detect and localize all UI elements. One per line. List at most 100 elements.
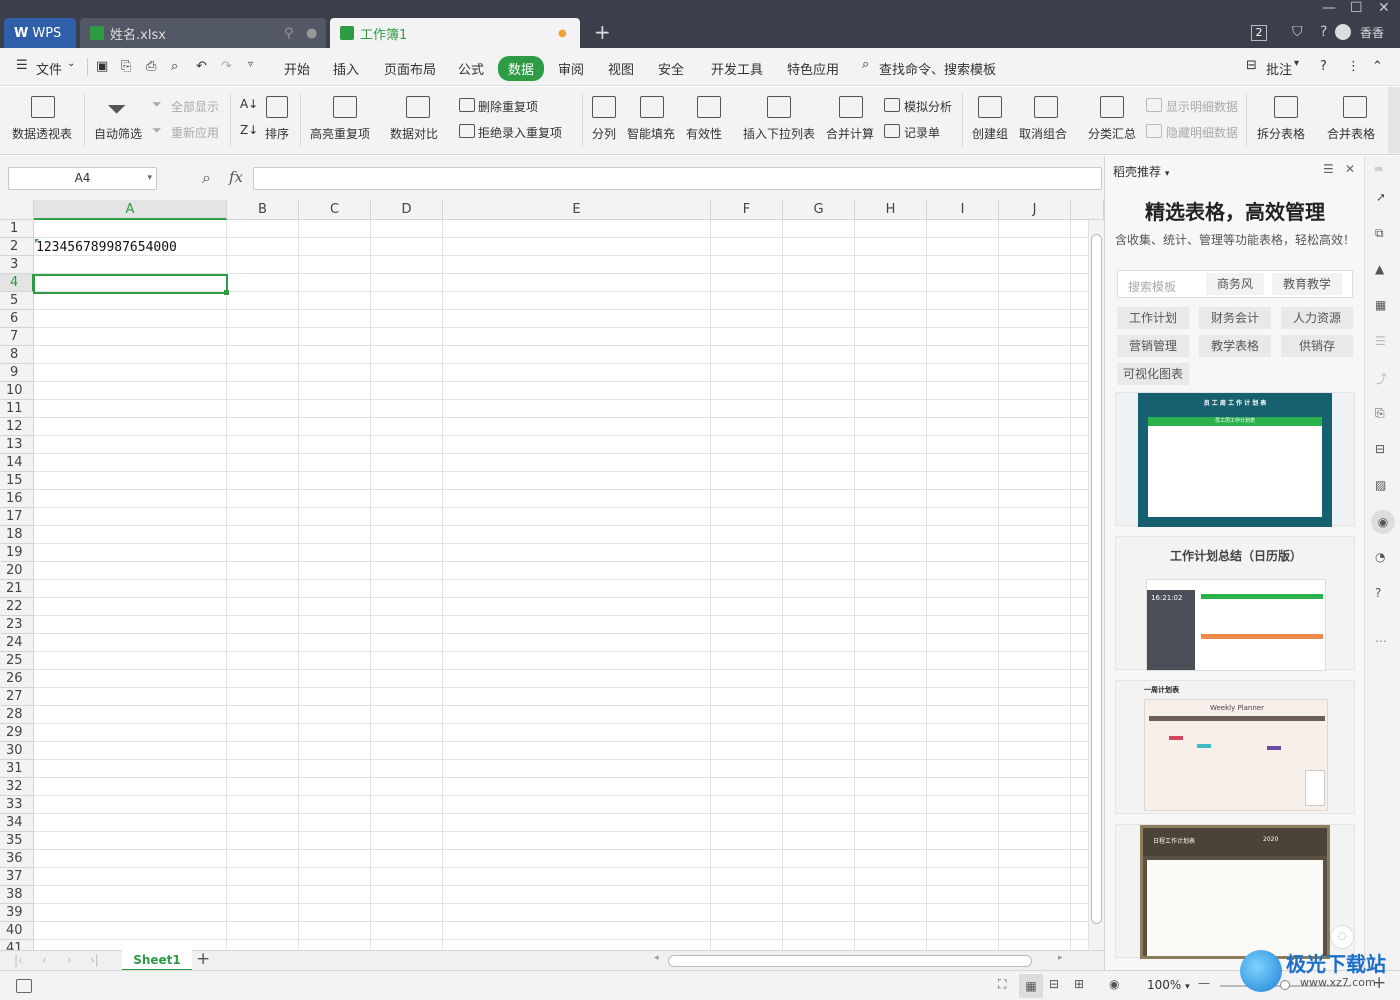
help-icon[interactable]: ? (1320, 24, 1327, 40)
reject-duplicates-button[interactable]: 拒绝录入重复项 (478, 124, 562, 141)
remove-duplicates-button[interactable]: 删除重复项 (478, 98, 538, 115)
category-teaching[interactable]: 教学表格 (1199, 335, 1271, 357)
category-finance[interactable]: 财务会计 (1199, 307, 1271, 329)
column-header-h[interactable]: H (855, 200, 927, 220)
command-search[interactable]: 查找命令、搜索模板 (879, 59, 996, 78)
template-card-1[interactable]: 员 工 周 工 作 计 划 表 员工周工作计划表 (1115, 392, 1355, 527)
column-header-j[interactable]: J (999, 200, 1071, 220)
spreadsheet-grid[interactable]: ABCDEFGHIJ 1 2 3 4 5 6 7 8 9 10 11 12 13 14 15 16 17 18 19… (0, 200, 1104, 950)
template-recommend-icon[interactable]: ◉ (1371, 510, 1395, 534)
name-box[interactable]: A4 ▾ (8, 167, 157, 190)
split-column-button[interactable]: 分列 (592, 125, 616, 142)
sort-desc-icon[interactable]: Z↓ (240, 123, 258, 137)
zoom-lookup-icon[interactable]: ⌕ (202, 168, 211, 188)
row-header-7[interactable]: 7 (0, 328, 34, 346)
template-card-2[interactable]: 工作计划总结（日历版） 16:21:02 (1115, 536, 1355, 671)
panel-close-icon[interactable]: ✕ (1345, 162, 1355, 176)
row-header-39[interactable]: 39 (0, 904, 34, 922)
row-header-12[interactable]: 12 (0, 418, 34, 436)
print-icon[interactable]: ⎙ (146, 59, 156, 74)
column-header-e[interactable]: E (443, 200, 711, 220)
row-header-9[interactable]: 9 (0, 364, 34, 382)
row-header-4[interactable]: 4 (0, 274, 34, 292)
menu-security[interactable]: 安全 (658, 59, 684, 78)
menu-insert[interactable]: 插入 (333, 59, 359, 78)
redo-icon[interactable]: ↷ (221, 59, 232, 74)
horizontal-scroll-thumb[interactable] (668, 955, 1032, 967)
menu-developer[interactable]: 开发工具 (711, 59, 763, 78)
category-charts[interactable]: 可视化图表 (1117, 363, 1189, 385)
show-all-button[interactable]: 全部显示 (171, 98, 219, 115)
merge-table-button[interactable]: 合并表格 (1327, 125, 1375, 142)
row-header-27[interactable]: 27 (0, 688, 34, 706)
help-icon[interactable]: ? (1320, 59, 1327, 74)
horizontal-scrollbar[interactable]: ◂ ▸ (650, 953, 1088, 969)
more-icon[interactable]: ⋯ (1375, 634, 1387, 648)
backup-icon[interactable]: ◔ (1375, 550, 1385, 564)
fill-handle[interactable] (224, 290, 229, 295)
row-header-36[interactable]: 36 (0, 850, 34, 868)
comment-button[interactable]: 批注 (1266, 59, 1292, 78)
format-icon[interactable]: ☰ (1375, 334, 1386, 348)
formula-input[interactable] (253, 167, 1102, 190)
sidebar-toggle-icon[interactable]: ═ (1375, 162, 1382, 176)
row-header-18[interactable]: 18 (0, 526, 34, 544)
page-layout-icon[interactable]: ⊟ (1049, 977, 1059, 991)
page-break-icon[interactable]: ⊞ (1074, 977, 1084, 991)
insert-dropdown-button[interactable]: 插入下拉列表 (743, 125, 815, 142)
row-header-1[interactable]: 1 (0, 220, 34, 238)
row-header-13[interactable]: 13 (0, 436, 34, 454)
row-header-37[interactable]: 37 (0, 868, 34, 886)
menu-view[interactable]: 视图 (608, 59, 634, 78)
row-header-3[interactable]: 3 (0, 256, 34, 274)
image-icon[interactable]: ▨ (1375, 478, 1386, 492)
row-header-24[interactable]: 24 (0, 634, 34, 652)
minimize-icon[interactable]: — (1322, 0, 1336, 16)
column-header-i[interactable]: I (927, 200, 999, 220)
subtotal-button[interactable]: 分类汇总 (1088, 125, 1136, 142)
chevron-down-icon[interactable]: ▾ (1294, 58, 1299, 69)
row-header-29[interactable]: 29 (0, 724, 34, 742)
row-header-26[interactable]: 26 (0, 670, 34, 688)
column-header-a[interactable]: A (34, 200, 227, 220)
row-header-22[interactable]: 22 (0, 598, 34, 616)
autofilter-button[interactable]: 自动筛选 (94, 125, 142, 142)
customize-icon[interactable]: ▿ (248, 59, 253, 70)
link-icon[interactable]: ⤴ (1375, 370, 1387, 387)
category-work-plan[interactable]: 工作计划 (1117, 307, 1189, 329)
row-header-35[interactable]: 35 (0, 832, 34, 850)
tab-dot-icon[interactable]: ● (306, 26, 317, 41)
row-header-40[interactable]: 40 (0, 922, 34, 940)
export-icon[interactable]: ⎘ (121, 59, 131, 74)
row-header-8[interactable]: 8 (0, 346, 34, 364)
record-form-button[interactable]: 记录单 (904, 124, 940, 141)
chevron-down-icon[interactable]: ⌄ (67, 58, 75, 69)
menu-features[interactable]: 特色应用 (787, 59, 839, 78)
eye-protect-icon[interactable]: ◉ (1109, 977, 1119, 991)
consolidate-button[interactable]: 合并计算 (826, 125, 874, 142)
row-header-20[interactable]: 20 (0, 562, 34, 580)
sheet-tab-sheet1[interactable]: Sheet1 (122, 950, 192, 971)
normal-view-icon[interactable]: ▦ (1019, 974, 1043, 998)
row-header-17[interactable]: 17 (0, 508, 34, 526)
collapse-ribbon-icon[interactable]: ⌃ (1372, 59, 1383, 74)
more-icon[interactable]: ⋮ (1347, 59, 1360, 74)
last-sheet-icon[interactable]: ›| (90, 953, 99, 967)
table-icon[interactable]: ▦ (1375, 298, 1386, 312)
template-card-3[interactable]: 一周计划表 Weekly Planner (1115, 680, 1355, 814)
cursor-icon[interactable]: ➚ (1376, 190, 1386, 204)
menu-start[interactable]: 开始 (284, 59, 310, 78)
menu-review[interactable]: 审阅 (558, 59, 584, 78)
avatar[interactable] (1335, 24, 1351, 40)
row-header-16[interactable]: 16 (0, 490, 34, 508)
reapply-button[interactable]: 重新应用 (171, 124, 219, 141)
hide-detail-button[interactable]: 隐藏明细数据 (1166, 124, 1238, 141)
row-header-6[interactable]: 6 (0, 310, 34, 328)
pin-icon[interactable]: ⚲ (284, 26, 294, 41)
comment-icon[interactable]: ⊟ (1246, 58, 1257, 73)
category-inventory[interactable]: 供销存 (1281, 335, 1353, 357)
tab-workbook1[interactable]: 工作簿1 ● (330, 18, 580, 48)
pivot-table-button[interactable]: 数据透视表 (12, 125, 72, 142)
category-hr[interactable]: 人力资源 (1281, 307, 1353, 329)
file-icon[interactable]: ⎘ (1375, 406, 1385, 421)
